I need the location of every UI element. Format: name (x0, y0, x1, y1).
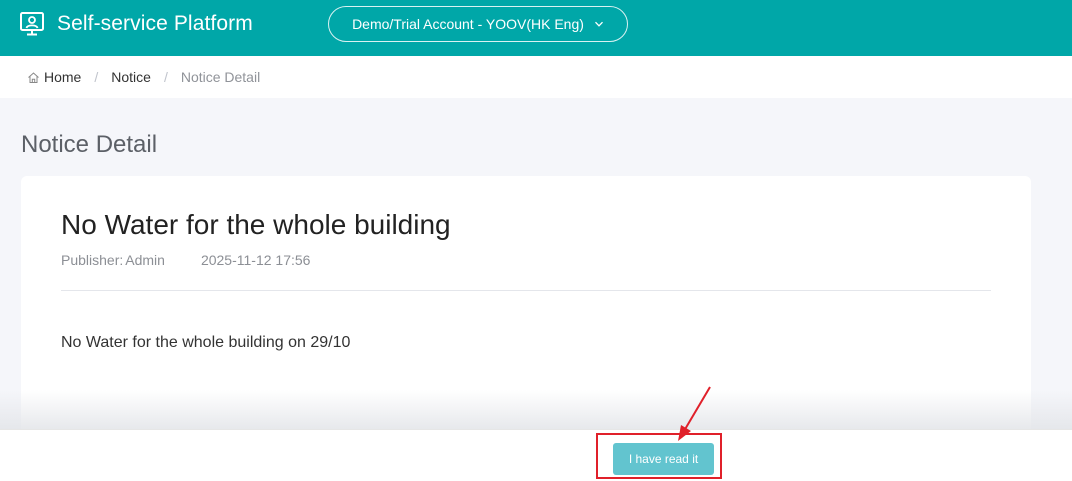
home-icon (28, 71, 39, 83)
breadcrumb-home-label: Home (44, 69, 82, 85)
notice-title: No Water for the whole building (61, 209, 451, 240)
scroll-fade-overlay (0, 390, 1072, 430)
brand[interactable]: Self-service Platform (19, 10, 253, 38)
breadcrumb-separator: / (94, 69, 99, 85)
notice-body: No Water for the whole building on 29/10 (61, 334, 351, 351)
publisher-label: Publisher: (61, 252, 124, 268)
account-selector[interactable]: Demo/Trial Account - YOOV(HK Eng) (328, 6, 628, 42)
breadcrumb-home[interactable]: Home (27, 69, 81, 85)
divider (61, 290, 991, 291)
breadcrumb-current: Notice Detail (180, 69, 261, 85)
page-title: Notice Detail (21, 131, 158, 158)
publisher-name: Admin (125, 252, 165, 268)
monitor-user-icon (20, 12, 44, 36)
i-have-read-it-button[interactable]: I have read it (613, 443, 714, 475)
notice-meta: Publisher: Admin 2025-11-12 17:56 (61, 252, 310, 268)
breadcrumb: Home / Notice / Notice Detail (0, 56, 1072, 98)
footer-action-bar (0, 429, 1072, 481)
account-selector-label: Demo/Trial Account - YOOV(HK Eng) (352, 16, 584, 32)
platform-title: Self-service Platform (57, 12, 253, 35)
top-header: Self-service Platform Demo/Trial Account… (0, 0, 1072, 56)
red-arrow-pointer-icon (678, 386, 711, 441)
chevron-down-icon (594, 21, 603, 27)
breadcrumb-notice[interactable]: Notice (111, 69, 151, 85)
publish-date: 2025-11-12 17:56 (200, 252, 311, 268)
breadcrumb-separator: / (163, 69, 168, 85)
